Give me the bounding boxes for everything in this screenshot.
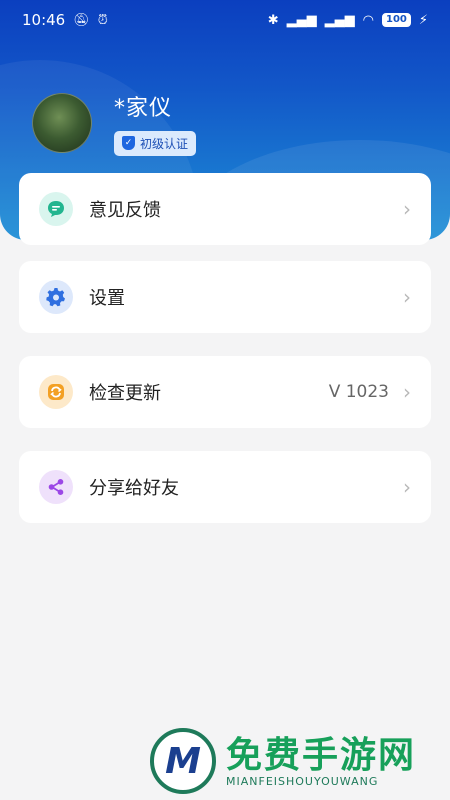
charging-icon: ⚡︎	[418, 12, 428, 28]
avatar[interactable]	[32, 92, 92, 153]
signal-icon: ▂▄▆	[286, 12, 317, 28]
watermark: M 免费手游网 MIANFEISHOUYOUWANG	[150, 728, 416, 794]
menu-item-check-update[interactable]: 检查更新 V 1023 ›	[19, 356, 431, 428]
menu-label: 意见反馈	[89, 200, 161, 221]
chevron-right-icon: ›	[403, 197, 411, 221]
status-time: 10:46	[22, 11, 66, 29]
watermark-logo: M	[150, 728, 216, 794]
gear-icon	[39, 280, 73, 314]
username: *家仪	[114, 96, 173, 121]
menu-label: 检查更新	[89, 383, 161, 404]
menu-item-feedback[interactable]: 意见反馈 ›	[19, 173, 431, 245]
menu-label: 设置	[89, 288, 125, 309]
watermark-title: 免费手游网	[226, 733, 417, 776]
chevron-right-icon: ›	[403, 475, 411, 499]
profile-section[interactable]: *家仪 ✓ 初级认证	[32, 90, 197, 156]
signal-icon: ▂▄▆	[324, 12, 355, 28]
share-icon	[39, 470, 73, 504]
certification-badge: ✓ 初级认证	[114, 130, 197, 156]
battery-icon: 100	[381, 13, 411, 27]
badge-label: 初级认证	[140, 136, 189, 151]
menu-label: 分享给好友	[89, 478, 179, 499]
version-value: V 1023	[328, 382, 389, 402]
shield-icon: ✓	[122, 136, 135, 150]
alarm-icon: ⏰︎	[97, 12, 108, 28]
bluetooth-icon: ✱	[267, 12, 279, 28]
status-bar: 10:46 🔕︎ ⏰︎ ✱ ▂▄▆ ▂▄▆ ◠ 100 ⚡︎	[0, 0, 450, 40]
mute-icon: 🔕︎	[73, 12, 90, 28]
watermark-subtitle: MIANFEISHOUYOUWANG	[226, 774, 379, 788]
chat-icon	[39, 192, 73, 226]
menu-item-share[interactable]: 分享给好友 ›	[19, 451, 431, 523]
chevron-right-icon: ›	[403, 380, 411, 404]
chevron-right-icon: ›	[403, 285, 411, 309]
menu-item-settings[interactable]: 设置 ›	[19, 261, 431, 333]
wifi-icon: ◠	[362, 12, 374, 28]
refresh-icon	[39, 375, 73, 409]
